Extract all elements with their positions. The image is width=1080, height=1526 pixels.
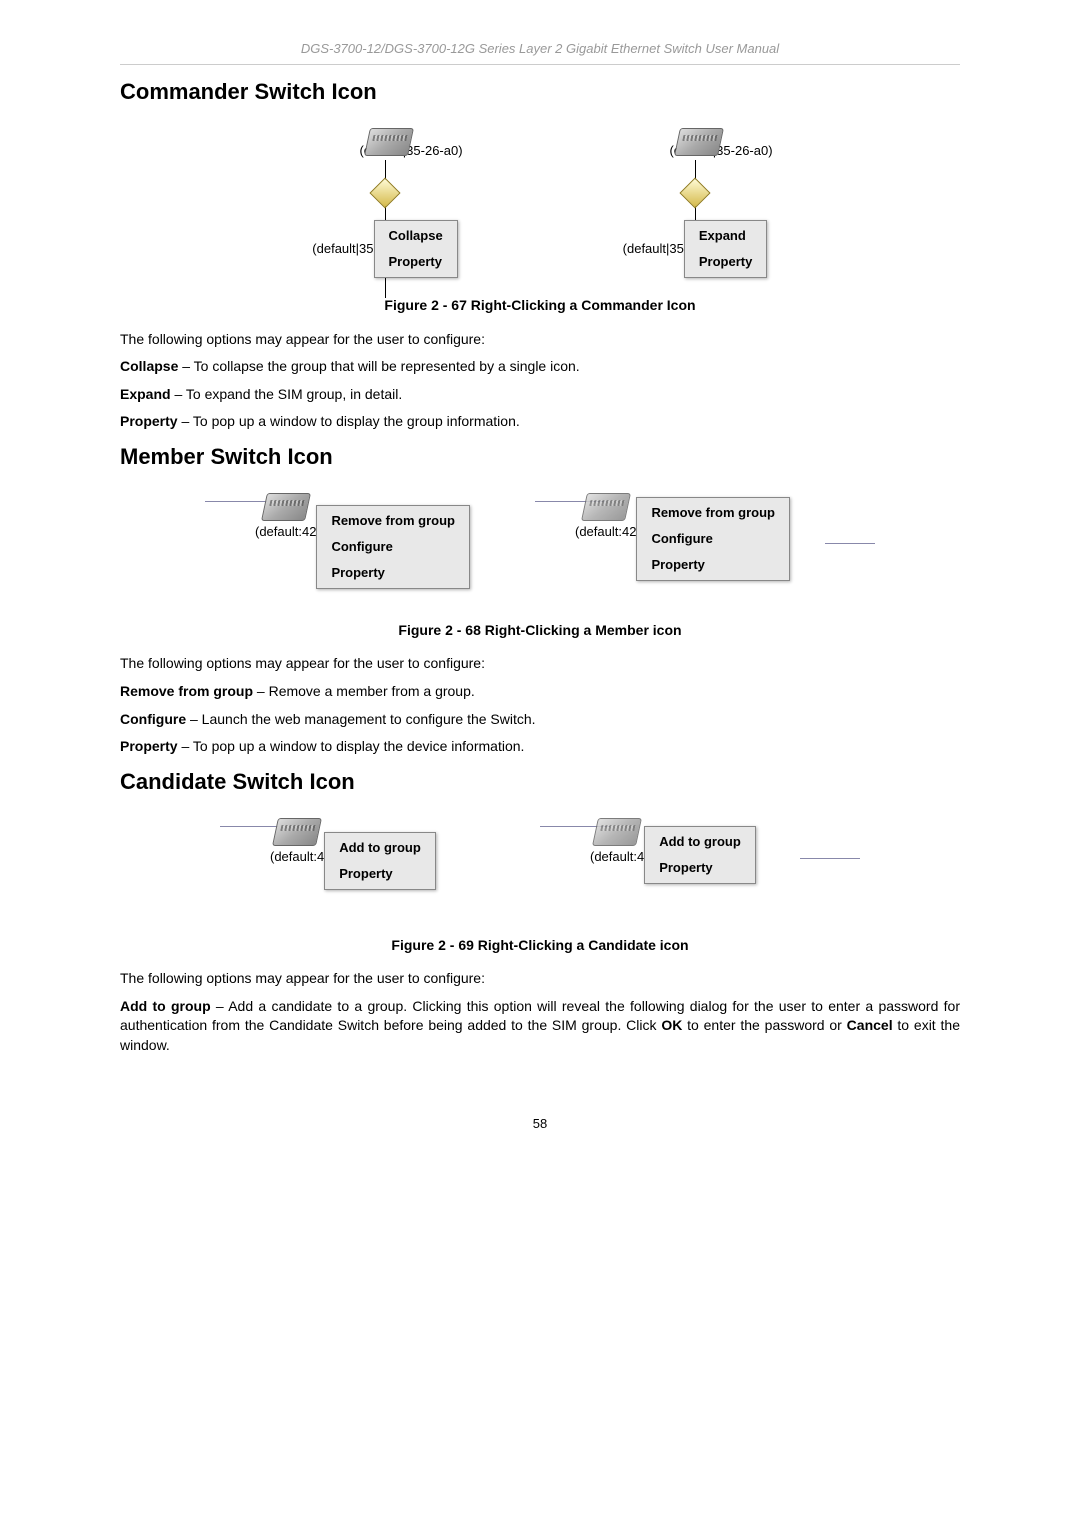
- menu-item-expand[interactable]: Expand: [685, 223, 766, 249]
- figure-caption-67: Figure 2 - 67 Right-Clicking a Commander…: [120, 296, 960, 316]
- candidate-figure-left: (default:4 Add to group Property: [220, 818, 480, 918]
- member-figure-right: (default:42 Remove from group Configure …: [535, 493, 875, 613]
- paragraph: Add to group – Add a candidate to a grou…: [120, 997, 960, 1056]
- paragraph: Property – To pop up a window to display…: [120, 412, 960, 432]
- icon-label: (default|35: [312, 240, 373, 258]
- text: – To collapse the group that will be rep…: [178, 358, 579, 374]
- paragraph: The following options may appear for the…: [120, 330, 960, 350]
- bold-term: Remove from group: [120, 683, 253, 699]
- candidate-figure-right: (default:4 Add to group Property: [540, 818, 860, 928]
- section-heading-commander: Commander Switch Icon: [120, 77, 960, 108]
- switch-icon: [364, 128, 414, 156]
- diamond-icon: [369, 177, 400, 208]
- menu-item-property[interactable]: Property: [325, 861, 435, 887]
- connection-line: [385, 278, 386, 298]
- menu-item-property[interactable]: Property: [375, 249, 457, 275]
- menu-item-configure[interactable]: Configure: [637, 526, 789, 552]
- switch-icon: [272, 818, 322, 846]
- switch-icon: [581, 493, 631, 521]
- menu-item-add[interactable]: Add to group: [325, 835, 435, 861]
- paragraph: The following options may appear for the…: [120, 654, 960, 674]
- context-menu-collapse[interactable]: Collapse Property: [374, 220, 458, 278]
- context-menu-member[interactable]: Remove from group Configure Property: [636, 497, 790, 582]
- paragraph: Expand – To expand the SIM group, in det…: [120, 385, 960, 405]
- figure-commander-pair: (default|35-26-a0) (default|35 Collapse …: [120, 128, 960, 288]
- bold-term: Add to group: [120, 998, 211, 1014]
- member-figure-left: (default:42 Remove from group Configure …: [205, 493, 505, 613]
- menu-item-property[interactable]: Property: [637, 552, 789, 578]
- paragraph: The following options may appear for the…: [120, 969, 960, 989]
- menu-item-collapse[interactable]: Collapse: [375, 223, 457, 249]
- context-menu-expand[interactable]: Expand Property: [684, 220, 767, 278]
- text: – Launch the web management to configure…: [186, 711, 535, 727]
- menu-item-property[interactable]: Property: [317, 560, 469, 586]
- menu-item-remove[interactable]: Remove from group: [317, 508, 469, 534]
- diamond-icon: [679, 177, 710, 208]
- menu-item-property[interactable]: Property: [685, 249, 766, 275]
- bold-term: Configure: [120, 711, 186, 727]
- bold-term: Property: [120, 738, 178, 754]
- context-menu-candidate[interactable]: Add to group Property: [324, 832, 436, 890]
- icon-label: (default:42: [575, 523, 636, 541]
- figure-member-pair: (default:42 Remove from group Configure …: [120, 493, 960, 613]
- paragraph: Collapse – To collapse the group that wi…: [120, 357, 960, 377]
- section-heading-candidate: Candidate Switch Icon: [120, 767, 960, 798]
- icon-label: (default:4: [590, 848, 644, 866]
- icon-label: (default|35: [623, 240, 684, 258]
- topology-line: [825, 543, 875, 544]
- figure-caption-69: Figure 2 - 69 Right-Clicking a Candidate…: [120, 936, 960, 956]
- icon-label: (default:42: [255, 523, 316, 541]
- switch-icon: [674, 128, 724, 156]
- text: – To pop up a window to display the devi…: [178, 738, 525, 754]
- menu-item-property[interactable]: Property: [645, 855, 755, 881]
- context-menu-candidate[interactable]: Add to group Property: [644, 826, 756, 884]
- text: to enter the password or: [682, 1017, 846, 1033]
- commander-figure-right: (default|35-26-a0) (default|35 Expand Pr…: [580, 128, 810, 288]
- menu-item-configure[interactable]: Configure: [317, 534, 469, 560]
- paragraph: Configure – Launch the web management to…: [120, 710, 960, 730]
- menu-item-remove[interactable]: Remove from group: [637, 500, 789, 526]
- document-header: DGS-3700-12/DGS-3700-12G Series Layer 2 …: [120, 40, 960, 65]
- bold-term: Property: [120, 413, 178, 429]
- bold-term: OK: [661, 1017, 682, 1033]
- text: – To expand the SIM group, in detail.: [171, 386, 403, 402]
- figure-candidate-pair: (default:4 Add to group Property (defaul…: [120, 818, 960, 928]
- text: – Remove a member from a group.: [253, 683, 475, 699]
- switch-icon: [261, 493, 311, 521]
- context-menu-member[interactable]: Remove from group Configure Property: [316, 505, 470, 590]
- switch-icon: [592, 818, 642, 846]
- paragraph: Remove from group – Remove a member from…: [120, 682, 960, 702]
- bold-term: Cancel: [847, 1017, 893, 1033]
- page-number: 58: [120, 1115, 960, 1133]
- bold-term: Expand: [120, 386, 171, 402]
- topology-line: [800, 858, 860, 859]
- commander-figure-left: (default|35-26-a0) (default|35 Collapse …: [270, 128, 500, 288]
- bold-term: Collapse: [120, 358, 178, 374]
- figure-caption-68: Figure 2 - 68 Right-Clicking a Member ic…: [120, 621, 960, 641]
- section-heading-member: Member Switch Icon: [120, 442, 960, 473]
- icon-label: (default:4: [270, 848, 324, 866]
- menu-item-add[interactable]: Add to group: [645, 829, 755, 855]
- text: – To pop up a window to display the grou…: [178, 413, 520, 429]
- paragraph: Property – To pop up a window to display…: [120, 737, 960, 757]
